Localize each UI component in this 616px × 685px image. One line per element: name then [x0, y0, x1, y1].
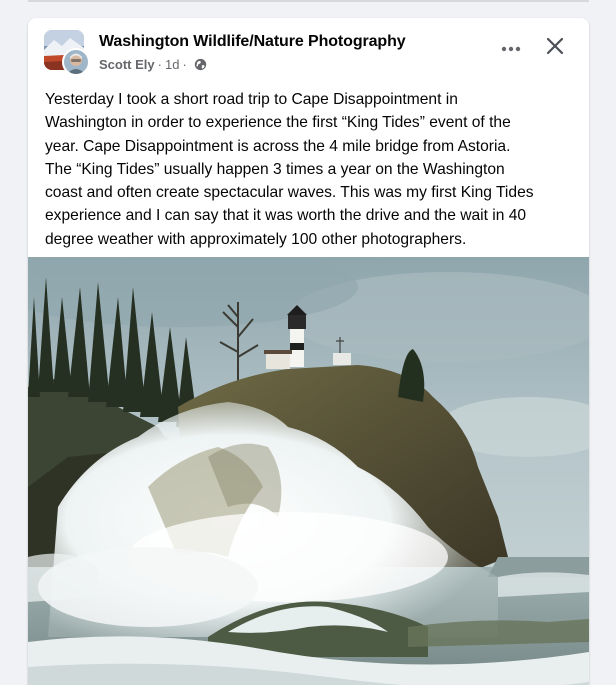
- post-text-line: Yesterday I took a short road trip to Ca…: [45, 91, 458, 108]
- post-timestamp-link[interactable]: 1d: [165, 57, 179, 72]
- post-text-line: The “King Tides” usually happen 3 times …: [45, 160, 505, 178]
- separator-dot: ·: [182, 57, 187, 72]
- post-text-line: experience and I can say that it was wor…: [45, 207, 527, 225]
- close-icon: [546, 37, 564, 60]
- post-text-line: year. Cape Disappointment is across the …: [45, 137, 511, 155]
- author-name-link[interactable]: Scott Ely: [99, 57, 155, 72]
- post-header: Washington Wildlife/Nature Photography S…: [44, 30, 573, 76]
- post-meta: Washington Wildlife/Nature Photography S…: [99, 33, 406, 72]
- post-subline: Scott Ely · 1d ·: [99, 57, 406, 72]
- more-options-button[interactable]: [493, 30, 529, 66]
- group-name-link[interactable]: Washington Wildlife/Nature Photography: [99, 33, 406, 51]
- post-text-line: coast and often create spectacular waves…: [45, 184, 534, 202]
- group-avatar-link[interactable]: [44, 30, 90, 76]
- post-photo[interactable]: [28, 257, 589, 685]
- previous-post-edge: [28, 0, 589, 2]
- post-card: Washington Wildlife/Nature Photography S…: [28, 18, 589, 685]
- close-post-button[interactable]: [537, 30, 573, 66]
- author-avatar: [62, 48, 90, 76]
- post-text-line: Washington in order to experience the fi…: [45, 114, 511, 132]
- header-actions: [493, 30, 573, 66]
- separator-dot: ·: [157, 57, 162, 72]
- lighthouse-wave-photo: [28, 257, 589, 685]
- more-horizontal-icon: [501, 39, 521, 57]
- post-text-line: degree weather with approximately 100 ot…: [45, 230, 467, 248]
- globe-icon[interactable]: [194, 58, 207, 71]
- post-body-text: Yesterday I took a short road trip to Ca…: [45, 88, 577, 251]
